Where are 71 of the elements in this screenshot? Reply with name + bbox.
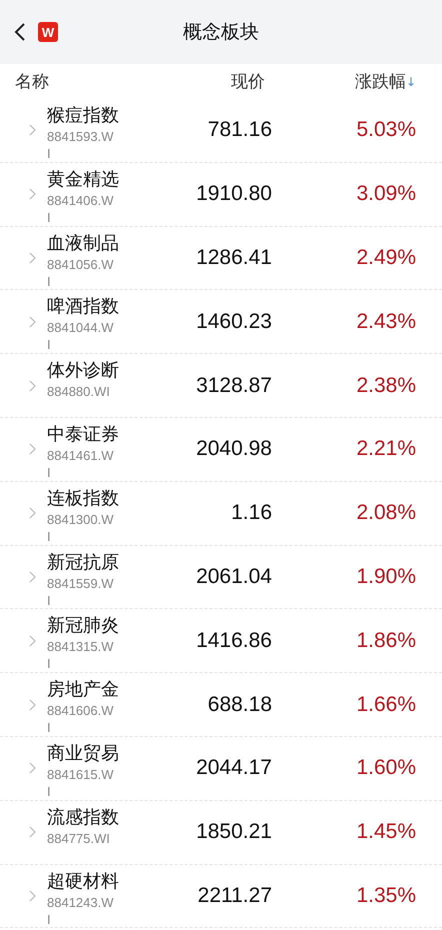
sector-code: 8841606.WI xyxy=(47,702,114,736)
price-cell-text: 1910.80 xyxy=(195,182,272,206)
chevron-icon xyxy=(29,252,36,264)
chevron-icon xyxy=(29,188,36,200)
page-title: 概念板块 xyxy=(183,20,259,45)
price-cell-text: 1286.41 xyxy=(195,246,272,270)
price-cell-text: 1850.21 xyxy=(195,820,272,844)
sector-name[interactable]: 流感指数 xyxy=(47,806,147,830)
price-cell-text: 688.18 xyxy=(206,692,272,717)
change-cell-text: 1.66% xyxy=(355,692,416,717)
sector-name[interactable]: 新冠肺炎 xyxy=(47,614,147,638)
back-icon[interactable] xyxy=(14,22,26,42)
sector-code: 8841559.WI xyxy=(47,574,114,609)
column-header[interactable]: 名称 xyxy=(15,70,165,93)
change-cell-text: 2.43% xyxy=(355,310,416,334)
sector-name[interactable]: 连板指数 xyxy=(47,486,147,511)
price-cell-text: 2044.17 xyxy=(195,756,272,780)
price-cell-text: 781.16 xyxy=(206,118,272,142)
sector-name[interactable]: 猴痘指数 xyxy=(47,104,147,128)
change-cell-text: 2.49% xyxy=(355,246,416,270)
change-cell-text: 1.35% xyxy=(355,884,416,908)
sector-code: 8841056.WI xyxy=(47,256,114,290)
change-cell-text: 1.90% xyxy=(355,564,416,589)
chevron-icon xyxy=(29,124,36,136)
price-cell-text: 1460.23 xyxy=(195,310,272,334)
sector-code: 8841243.WI xyxy=(47,894,114,928)
price-cell-text: 1.16 xyxy=(230,501,272,526)
change-cell-text: 1.86% xyxy=(355,628,416,653)
chevron-icon xyxy=(29,634,36,647)
chevron-icon xyxy=(29,570,36,583)
sector-name[interactable]: 中泰证券 xyxy=(47,422,147,447)
price-cell-text: 2040.98 xyxy=(195,437,272,462)
change-cell-text: 5.03% xyxy=(355,118,416,142)
chevron-icon xyxy=(29,316,36,328)
price-cell-text: 1416.86 xyxy=(195,628,272,653)
sector-name[interactable]: 血液制品 xyxy=(47,232,147,256)
sector-code: 8841615.WI xyxy=(47,766,114,800)
column-header[interactable]: 涨跌幅 xyxy=(354,70,406,93)
sector-code: 884880.WI xyxy=(47,383,111,400)
chevron-icon xyxy=(29,826,36,838)
sector-code: 8841593.WI xyxy=(47,128,114,162)
chevron-icon xyxy=(29,507,36,520)
price-cell-text: 2061.04 xyxy=(195,564,272,589)
column-header[interactable]: 现价 xyxy=(165,70,265,93)
sector-code: 8841315.WI xyxy=(47,638,114,672)
chevron-icon xyxy=(29,698,36,711)
chevron-icon xyxy=(29,890,36,902)
change-cell-text: 2.08% xyxy=(355,501,416,526)
price-cell-text: 3128.87 xyxy=(195,374,272,398)
change-cell-text: 2.21% xyxy=(355,437,416,462)
sector-code: 8841461.WI xyxy=(47,446,114,481)
sector-code: 8841300.WI xyxy=(47,510,114,545)
sector-code: 8841044.WI xyxy=(47,319,114,354)
chevron-icon xyxy=(29,380,36,392)
change-cell-text: 1.60% xyxy=(355,756,416,780)
change-cell-text: 1.45% xyxy=(355,820,416,844)
chevron-icon xyxy=(29,762,36,774)
sector-code: 884775.WI xyxy=(47,830,111,847)
app-logo: W xyxy=(38,22,58,42)
chevron-icon xyxy=(29,443,36,456)
sector-name[interactable]: 啤酒指数 xyxy=(47,295,147,320)
sector-name[interactable]: 房地产金 xyxy=(47,678,147,702)
change-cell-text: 2.38% xyxy=(355,374,416,398)
sector-name[interactable]: 新冠抗原 xyxy=(47,550,147,575)
sector-name[interactable]: 黄金精选 xyxy=(47,168,147,192)
price-cell-text: 2211.27 xyxy=(196,884,272,908)
sector-code: 8841406.WI xyxy=(47,192,114,226)
sector-name[interactable]: 商业贸易 xyxy=(47,742,147,766)
change-cell-text: 3.09% xyxy=(355,182,416,206)
sector-name[interactable]: 体外诊断 xyxy=(47,359,147,384)
sector-name[interactable]: 超硬材料 xyxy=(47,870,147,894)
